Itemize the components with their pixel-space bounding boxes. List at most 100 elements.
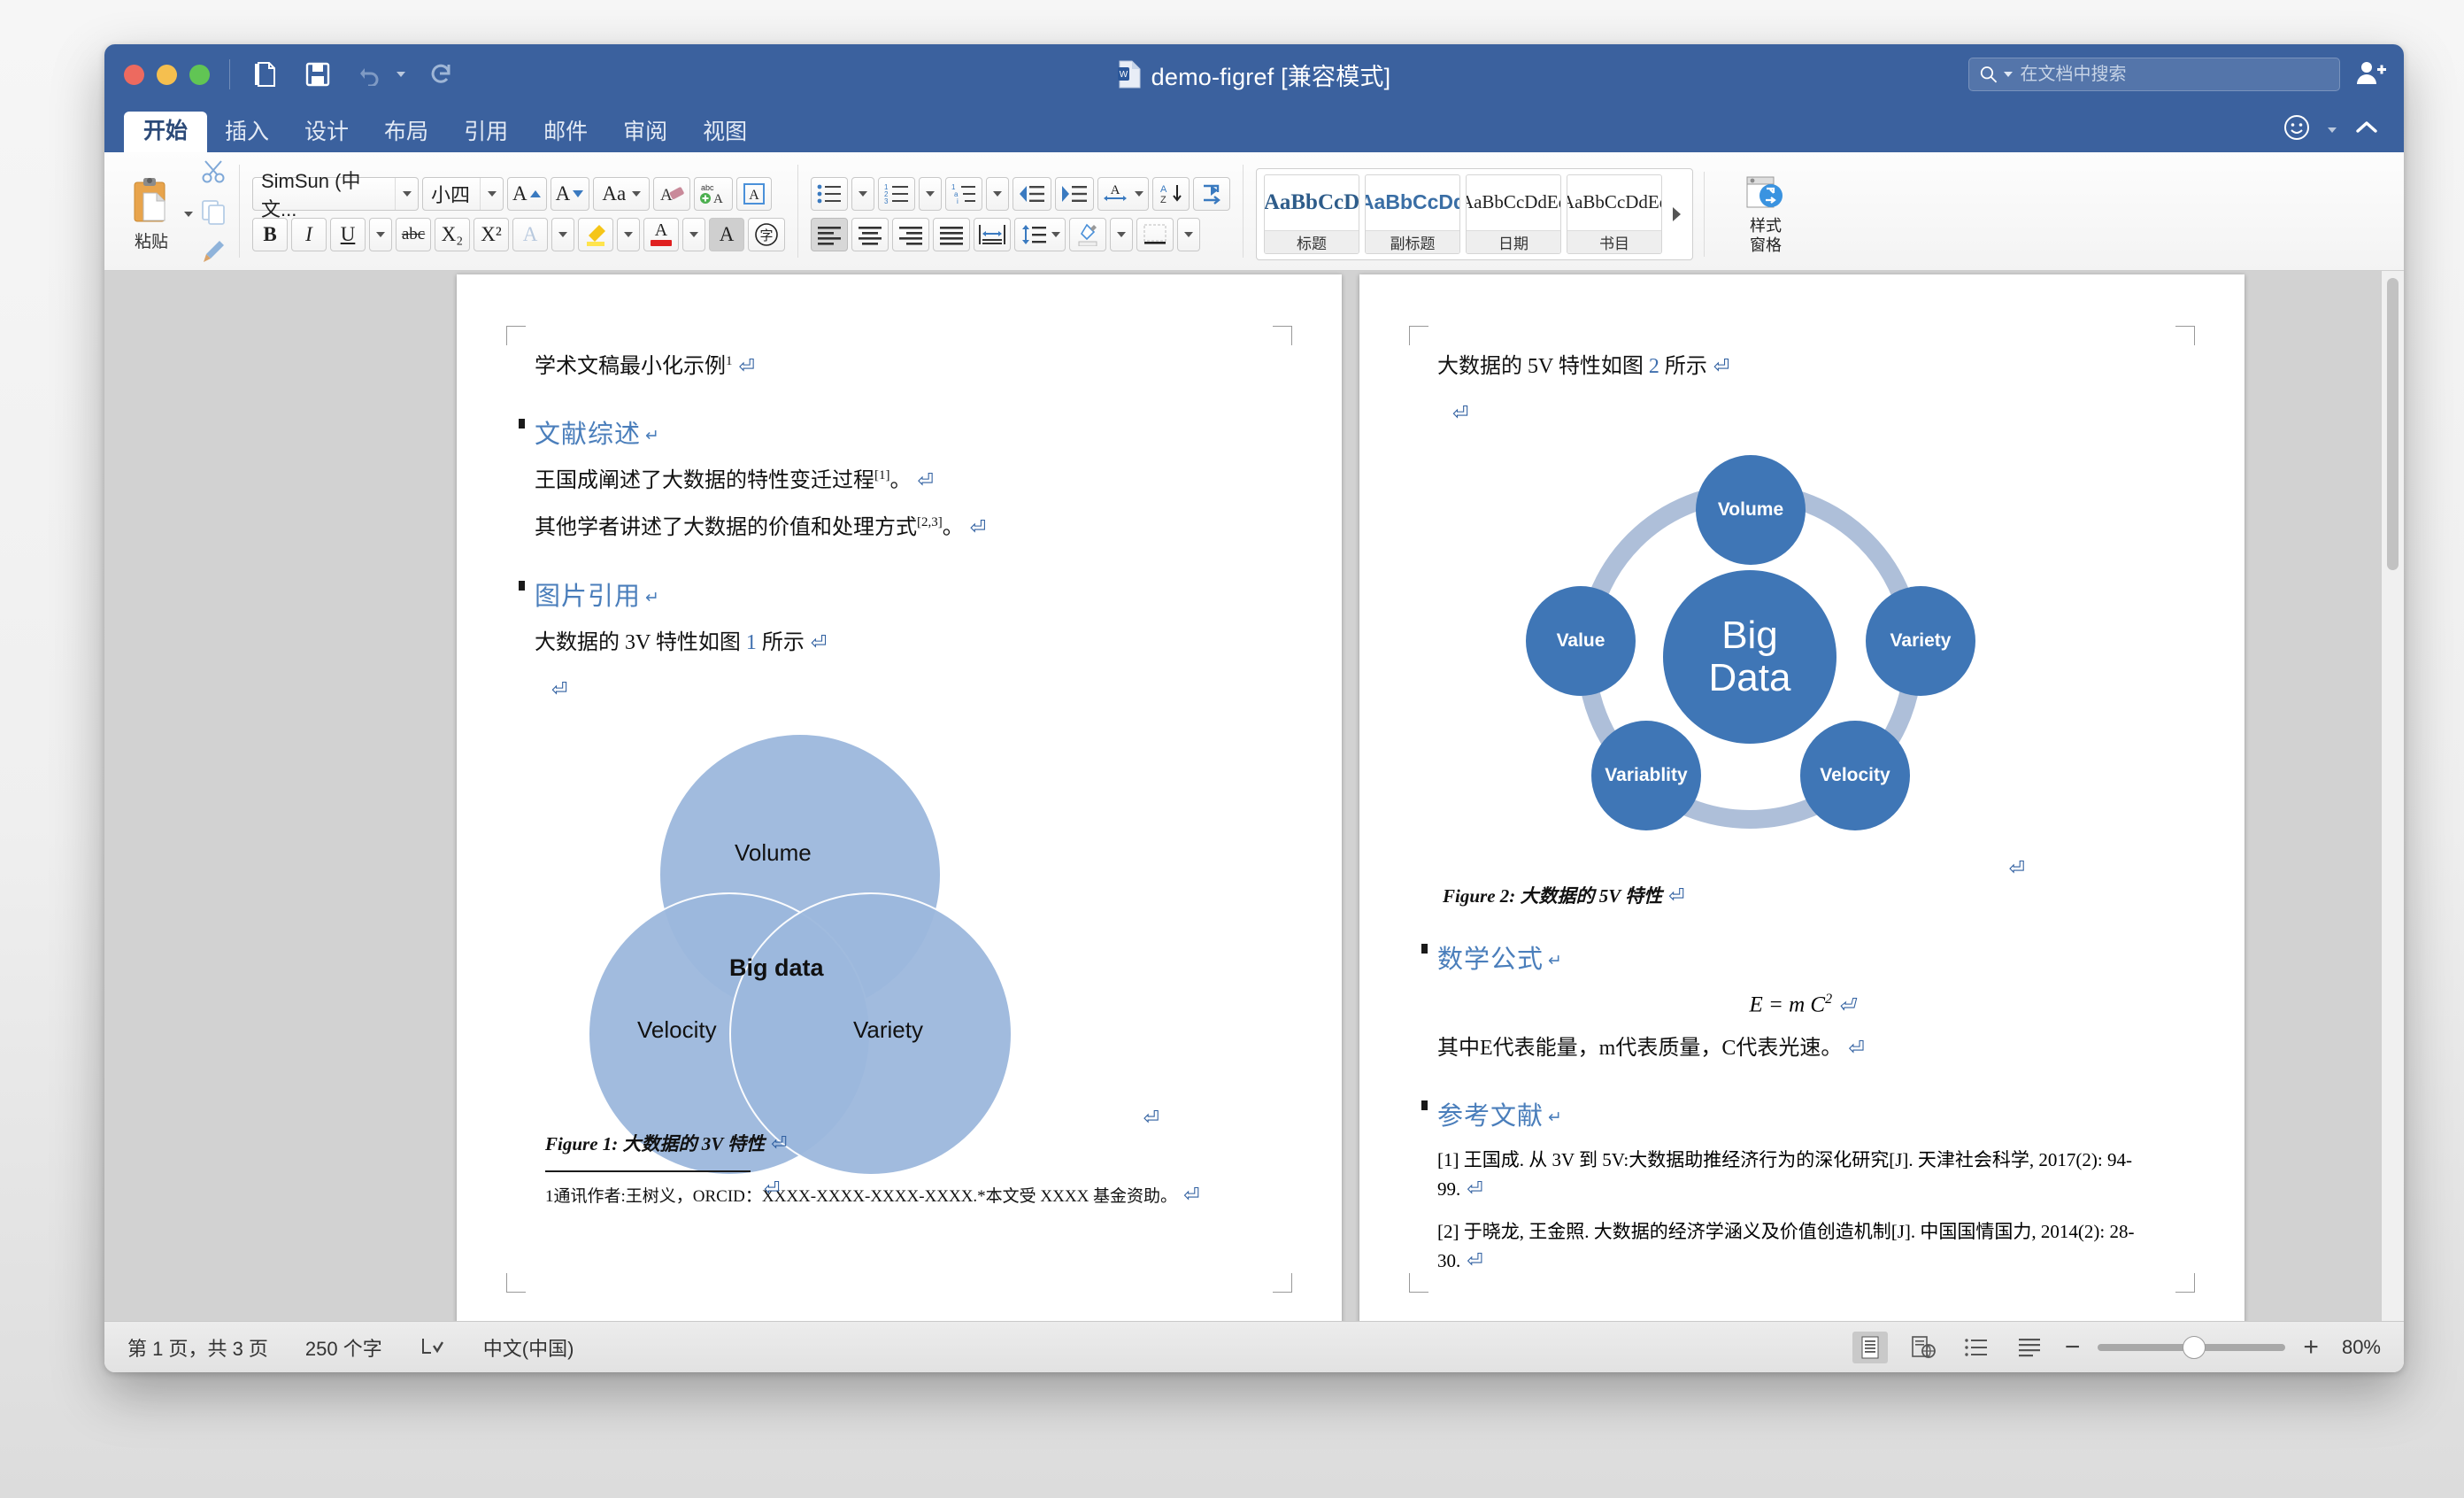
justify-icon[interactable] bbox=[933, 218, 970, 251]
draft-icon[interactable] bbox=[2012, 1332, 2047, 1363]
tab-references[interactable]: 引用 bbox=[446, 114, 526, 152]
redo-icon[interactable] bbox=[425, 58, 458, 91]
text-effects-button[interactable]: A bbox=[512, 218, 548, 251]
maximize-window-button[interactable] bbox=[189, 65, 210, 85]
smiley-dropdown-caret[interactable] bbox=[2328, 127, 2337, 133]
person-add-icon[interactable] bbox=[2356, 59, 2386, 90]
style-card-subtitle[interactable]: AaBbCcDd 副标题 bbox=[1365, 174, 1460, 254]
figure-2-5v-diagram[interactable]: BigData Volume Value Variety Variablity … bbox=[1519, 455, 1979, 871]
bold-button[interactable]: B bbox=[252, 218, 288, 251]
enclose-character-icon[interactable]: 字 bbox=[748, 218, 785, 251]
tab-layout[interactable]: 布局 bbox=[366, 114, 446, 152]
line-spacing-icon[interactable] bbox=[1014, 218, 1066, 251]
document-page-2[interactable]: 大数据的 5V 特性如图 2 所示⏎ ⏎ BigData Volume Valu… bbox=[1359, 274, 2245, 1321]
character-border-icon[interactable]: A bbox=[736, 177, 772, 211]
change-case-caret[interactable] bbox=[632, 191, 641, 197]
highlight-caret[interactable] bbox=[617, 218, 640, 251]
borders-icon[interactable] bbox=[1136, 218, 1174, 251]
zoom-out-button[interactable]: − bbox=[2065, 1334, 2081, 1361]
language-indicator[interactable]: 中文(中国) bbox=[483, 1333, 574, 1362]
scissors-icon[interactable] bbox=[200, 158, 227, 189]
borders-caret[interactable] bbox=[1177, 218, 1200, 251]
paste-button[interactable]: 粘贴 bbox=[113, 175, 189, 252]
shading-icon[interactable] bbox=[1069, 218, 1106, 251]
font-name-combobox[interactable]: SimSun (中文... bbox=[252, 177, 419, 211]
underline-caret[interactable] bbox=[369, 218, 392, 251]
font-size-combobox[interactable]: 小四 bbox=[422, 177, 504, 211]
style-card-title[interactable]: AaBbCcD 标题 bbox=[1264, 174, 1359, 254]
style-card-bibliography[interactable]: AaBbCcDdEe 书目 bbox=[1567, 174, 1662, 254]
page-indicator[interactable]: 第 1 页，共 3 页 bbox=[127, 1333, 268, 1362]
search-box[interactable] bbox=[1968, 58, 2340, 91]
font-size-caret[interactable] bbox=[488, 191, 497, 197]
numbering-caret[interactable] bbox=[919, 177, 942, 211]
show-formatting-marks-icon[interactable] bbox=[1193, 177, 1230, 211]
font-color-button[interactable]: A bbox=[643, 218, 679, 251]
minimize-window-button[interactable] bbox=[157, 65, 177, 85]
document-canvas[interactable]: 学术文稿最小化示例1⏎ 文献综述↵ 王国成阐述了大数据的特性变迁过程[1]。⏎ … bbox=[104, 271, 2404, 1321]
close-window-button[interactable] bbox=[124, 65, 144, 85]
tab-view[interactable]: 视图 bbox=[685, 114, 765, 152]
gallery-next-icon[interactable] bbox=[1667, 205, 1685, 223]
font-color-caret[interactable] bbox=[682, 218, 705, 251]
scrollbar-thumb[interactable] bbox=[2387, 278, 2399, 570]
underline-button[interactable]: U bbox=[330, 218, 366, 251]
distribute-icon[interactable] bbox=[974, 218, 1011, 251]
shrink-font-button[interactable]: A bbox=[551, 177, 590, 211]
bulleted-list-icon[interactable] bbox=[811, 177, 848, 211]
search-options-caret[interactable] bbox=[2004, 72, 2013, 77]
shading-caret[interactable] bbox=[1110, 218, 1133, 251]
multilevel-caret[interactable] bbox=[986, 177, 1009, 211]
clear-formatting-icon[interactable]: A bbox=[653, 177, 690, 211]
smiley-face-icon[interactable] bbox=[2283, 114, 2310, 145]
undo-dropdown-caret[interactable] bbox=[397, 72, 405, 77]
chevron-up-icon[interactable] bbox=[2354, 119, 2379, 141]
font-name-caret[interactable] bbox=[403, 191, 412, 197]
grow-font-button[interactable]: A bbox=[507, 177, 547, 211]
change-case-button[interactable]: Aa bbox=[593, 177, 650, 211]
align-right-icon[interactable] bbox=[892, 218, 929, 251]
zoom-slider[interactable] bbox=[2098, 1344, 2285, 1351]
document-page-1[interactable]: 学术文稿最小化示例1⏎ 文献综述↵ 王国成阐述了大数据的特性变迁过程[1]。⏎ … bbox=[457, 274, 1342, 1321]
tab-insert[interactable]: 插入 bbox=[207, 114, 287, 152]
tab-review[interactable]: 审阅 bbox=[605, 114, 685, 152]
subscript-button[interactable]: X₂ bbox=[435, 218, 470, 251]
search-input[interactable] bbox=[2020, 65, 2329, 85]
figure-cross-reference[interactable]: 1 bbox=[746, 631, 757, 654]
paste-dropdown-caret[interactable] bbox=[184, 212, 193, 217]
zoom-level-label[interactable]: 80% bbox=[2342, 1336, 2381, 1359]
zoom-in-button[interactable]: + bbox=[2303, 1334, 2319, 1361]
bullets-caret[interactable] bbox=[851, 177, 874, 211]
format-painter-icon[interactable] bbox=[200, 238, 227, 269]
text-effects-caret[interactable] bbox=[551, 218, 574, 251]
figure-1-venn-diagram[interactable]: Volume Big data Velocity Variety bbox=[588, 733, 1013, 1114]
tab-design[interactable]: 设计 bbox=[287, 114, 366, 152]
undo-icon[interactable] bbox=[354, 58, 388, 91]
tab-home[interactable]: 开始 bbox=[124, 112, 207, 152]
styles-pane-button[interactable]: 样式 窗格 bbox=[1722, 174, 1809, 254]
highlight-color-icon[interactable] bbox=[578, 218, 613, 251]
outline-icon[interactable] bbox=[1959, 1332, 1994, 1363]
save-icon[interactable] bbox=[301, 58, 335, 91]
zoom-slider-knob[interactable] bbox=[2183, 1336, 2206, 1359]
copy-icon[interactable] bbox=[200, 198, 227, 229]
tab-mailings[interactable]: 邮件 bbox=[526, 114, 605, 152]
align-left-icon[interactable] bbox=[811, 218, 848, 251]
increase-indent-icon[interactable] bbox=[1055, 177, 1094, 211]
print-layout-icon[interactable] bbox=[1852, 1332, 1888, 1363]
phonetic-guide-icon[interactable]: abcA bbox=[694, 177, 733, 211]
superscript-button[interactable]: X² bbox=[474, 218, 509, 251]
word-count[interactable]: 250 个字 bbox=[305, 1333, 382, 1362]
style-card-date[interactable]: AaBbCcDdEe 日期 bbox=[1466, 174, 1561, 254]
character-shading-button[interactable]: A bbox=[709, 218, 744, 251]
sort-az-icon[interactable]: AZ bbox=[1152, 177, 1190, 211]
figure-cross-reference[interactable]: 2 bbox=[1649, 355, 1659, 378]
multilevel-list-icon[interactable]: 1ai bbox=[945, 177, 982, 211]
numbered-list-icon[interactable]: 123 bbox=[878, 177, 915, 211]
italic-button[interactable]: I bbox=[291, 218, 327, 251]
strikethrough-button[interactable]: abc bbox=[396, 218, 431, 251]
new-document-icon[interactable] bbox=[248, 58, 281, 91]
asian-layout-icon[interactable]: A bbox=[1097, 177, 1149, 211]
align-center-icon[interactable] bbox=[851, 218, 889, 251]
vertical-scrollbar[interactable] bbox=[2381, 271, 2404, 1321]
